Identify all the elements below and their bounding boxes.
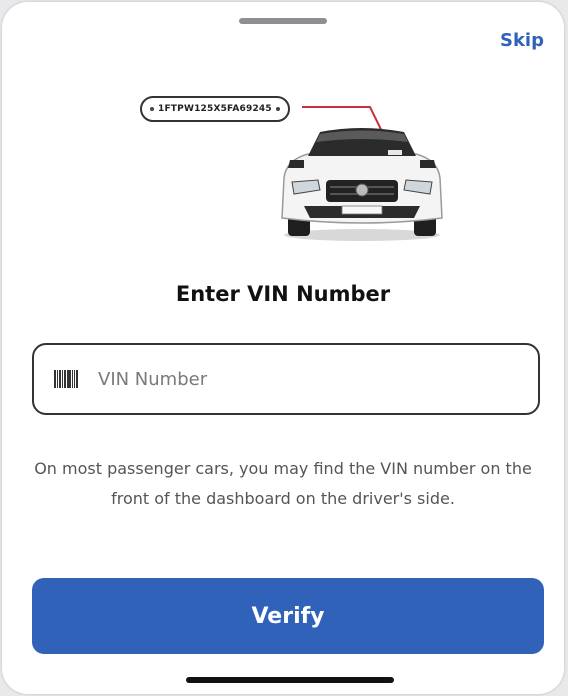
home-indicator (186, 677, 394, 683)
car-vin-illustration: 1FTPW125X5FA69245 (132, 90, 452, 250)
verify-button[interactable]: Verify (32, 578, 544, 654)
bottom-sheet: Skip 1FTPW125X5FA69245 Enter VIN Number … (2, 2, 564, 694)
skip-button[interactable]: Skip (500, 30, 544, 51)
page-title: Enter VIN Number (175, 282, 391, 306)
sheet-grabber[interactable] (239, 18, 327, 24)
vin-example-badge: 1FTPW125X5FA69245 (140, 96, 290, 122)
vin-field[interactable] (32, 343, 540, 415)
vin-input[interactable] (96, 367, 500, 391)
barcode-icon (54, 370, 78, 388)
badge-dot-left (150, 107, 154, 111)
vin-help-text: On most passenger cars, you may find the… (34, 459, 532, 508)
vin-example-text: 1FTPW125X5FA69245 (158, 104, 272, 114)
badge-dot-right (275, 107, 280, 111)
